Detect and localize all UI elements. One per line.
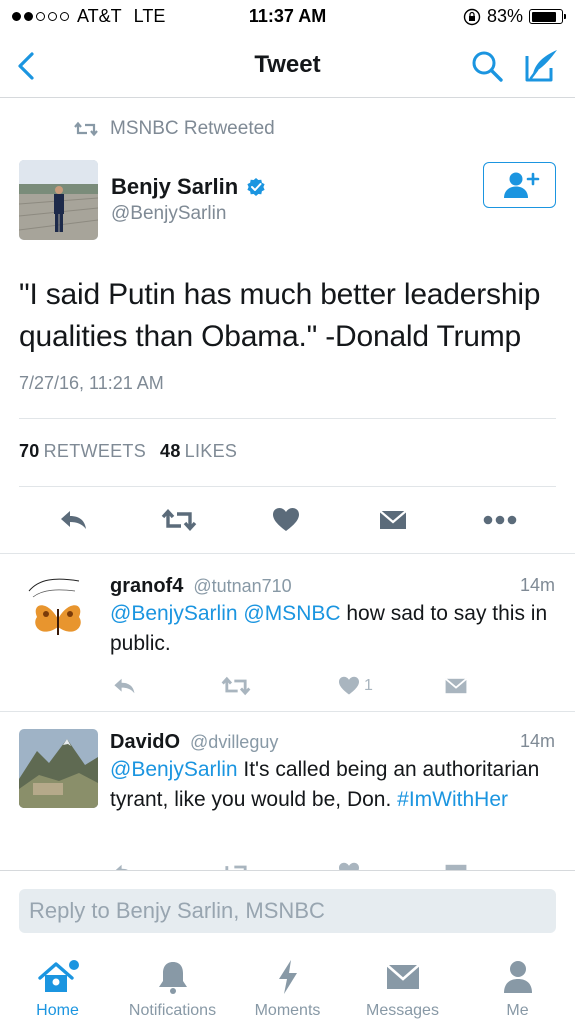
tab-notifications[interactable]: Notifications bbox=[115, 958, 230, 1020]
retweet-icon bbox=[161, 508, 197, 532]
like-button[interactable] bbox=[268, 503, 304, 537]
home-icon bbox=[37, 960, 79, 992]
compose-button[interactable] bbox=[521, 46, 561, 84]
tab-label: Me bbox=[506, 1002, 529, 1019]
battery-percent: 83% bbox=[486, 6, 523, 26]
compose-icon bbox=[525, 50, 557, 82]
envelope-icon bbox=[385, 964, 420, 989]
envelope-icon bbox=[445, 678, 467, 694]
orientation-lock-icon bbox=[463, 8, 481, 25]
direct-message-button[interactable] bbox=[444, 673, 468, 699]
more-options-button[interactable] bbox=[482, 503, 518, 537]
tab-me[interactable]: Me bbox=[460, 958, 575, 1020]
reply-button[interactable] bbox=[55, 503, 91, 537]
tweet-timestamp: 7/27/16, 11:21 AM bbox=[19, 373, 164, 393]
engagement-counts: 70 RETWEETS 48 LIKES bbox=[19, 441, 237, 462]
lightning-icon bbox=[278, 960, 297, 994]
envelope-icon bbox=[379, 510, 407, 529]
reply-header: DavidO @dvilleguy bbox=[110, 731, 278, 754]
reply-avatar[interactable] bbox=[19, 569, 98, 648]
like-button[interactable]: 1 bbox=[338, 673, 373, 699]
heart-icon bbox=[273, 508, 299, 531]
nav-bar: Tweet bbox=[0, 34, 575, 98]
heart-icon bbox=[339, 676, 359, 695]
author-name-label: Benjy Sarlin bbox=[111, 174, 239, 199]
search-button[interactable] bbox=[469, 48, 505, 84]
author-avatar[interactable] bbox=[19, 160, 98, 240]
status-right: 83% bbox=[463, 6, 566, 27]
follow-button[interactable] bbox=[483, 162, 556, 208]
add-user-icon bbox=[503, 172, 539, 198]
mention-link[interactable]: @BenjySarlin @MSNBC bbox=[110, 602, 341, 625]
retweet-button[interactable] bbox=[161, 503, 197, 537]
reply-icon bbox=[114, 678, 135, 694]
status-bar: AT&T LTE 11:37 AM 83% bbox=[0, 0, 575, 34]
divider bbox=[0, 711, 575, 712]
avatar-photo bbox=[19, 160, 98, 240]
reply-composer bbox=[0, 870, 575, 946]
reply-time: 14m bbox=[519, 575, 555, 595]
reply-author-name[interactable]: DavidO bbox=[110, 731, 180, 754]
verified-badge-icon bbox=[247, 178, 265, 196]
reply-text: @BenjySarlin @MSNBC how sad to say this … bbox=[110, 599, 560, 659]
retweeted-by-line: MSNBC Retweeted bbox=[74, 118, 275, 140]
reply-author-handle: @tutnan710 bbox=[193, 576, 292, 596]
divider bbox=[19, 418, 556, 419]
search-icon bbox=[472, 51, 503, 82]
person-icon bbox=[503, 961, 532, 993]
retweets-count-link[interactable]: 70 RETWEETS bbox=[19, 441, 146, 462]
reply-button[interactable] bbox=[112, 673, 136, 699]
retweets-count: 70 bbox=[19, 441, 40, 461]
tab-label: Home bbox=[36, 1002, 79, 1019]
tab-label: Messages bbox=[366, 1002, 439, 1019]
butterfly-avatar-image bbox=[19, 569, 98, 648]
reply-text: @BenjySarlin It's called being an author… bbox=[110, 755, 560, 815]
tweet-action-bar bbox=[0, 503, 575, 537]
tab-label: Notifications bbox=[128, 1002, 217, 1019]
retweet-icon bbox=[221, 676, 251, 696]
retweets-label: RETWEETS bbox=[43, 441, 147, 461]
divider bbox=[0, 553, 575, 554]
bell-icon bbox=[158, 962, 187, 994]
reply-author-name[interactable]: granof4 bbox=[110, 575, 183, 598]
tab-bar: Home Notifications Moments Messages Me bbox=[0, 946, 575, 1024]
reply-icon bbox=[61, 511, 86, 529]
reply-like-count: 1 bbox=[364, 677, 373, 694]
hashtag-link[interactable]: #ImWithHer bbox=[397, 788, 508, 811]
tab-messages[interactable]: Messages bbox=[345, 958, 460, 1020]
reply-author-handle: @dvilleguy bbox=[190, 732, 279, 752]
mountain-avatar-image bbox=[19, 729, 98, 808]
tweet-text: "I said Putin has much better leadership… bbox=[19, 278, 541, 353]
tab-home[interactable]: Home bbox=[0, 958, 115, 1020]
reply-action-bar: 1 bbox=[0, 673, 575, 699]
reply-header: granof4 @tutnan710 bbox=[110, 575, 292, 598]
direct-message-button[interactable] bbox=[375, 503, 411, 537]
reply-input[interactable] bbox=[19, 889, 556, 933]
tab-moments[interactable]: Moments bbox=[230, 958, 345, 1020]
retweeted-by-label: MSNBC Retweeted bbox=[110, 118, 275, 139]
more-dots-icon bbox=[483, 515, 517, 525]
reply-time: 14m bbox=[519, 731, 555, 751]
author-name[interactable]: Benjy Sarlin bbox=[111, 174, 266, 200]
mention-link[interactable]: @BenjySarlin bbox=[110, 758, 238, 781]
divider bbox=[19, 486, 556, 487]
likes-label: LIKES bbox=[184, 441, 238, 461]
battery-icon bbox=[529, 9, 566, 24]
likes-count: 48 bbox=[160, 441, 181, 461]
retweet-icon bbox=[74, 121, 98, 137]
tab-label: Moments bbox=[254, 1002, 321, 1019]
retweet-button[interactable] bbox=[221, 673, 251, 699]
author-handle: @BenjySarlin bbox=[111, 203, 227, 224]
likes-count-link[interactable]: 48 LIKES bbox=[160, 441, 237, 462]
reply-avatar[interactable] bbox=[19, 729, 98, 808]
